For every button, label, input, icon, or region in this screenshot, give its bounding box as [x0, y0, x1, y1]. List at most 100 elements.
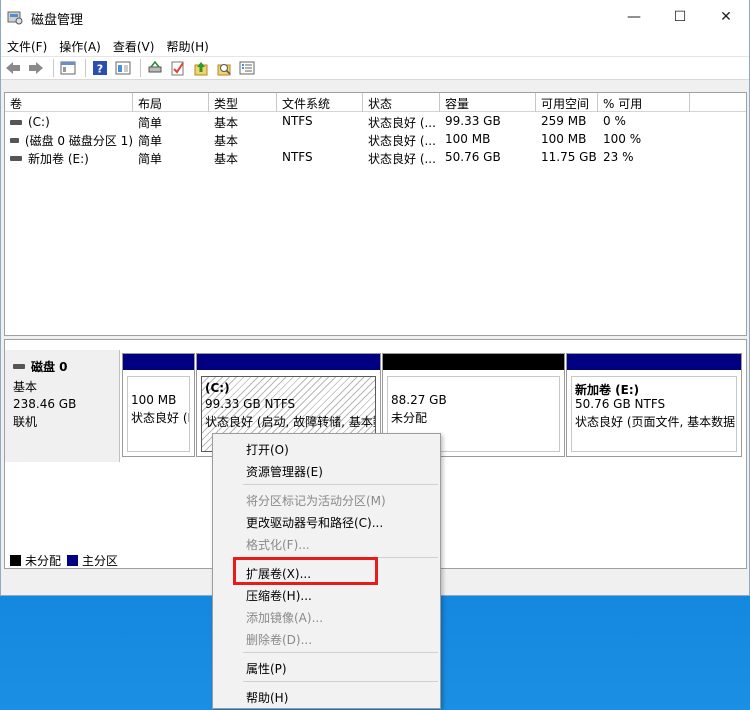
- table-row[interactable]: (C:) 简单 基本 NTFS 状态良好 (... 99.33 GB 259 M…: [5, 112, 746, 130]
- forward-button[interactable]: [26, 58, 46, 78]
- search-button[interactable]: [214, 58, 234, 78]
- menu-item-add-mirror: 添加镜像(A)...: [246, 611, 324, 625]
- close-button[interactable]: ✕: [703, 0, 749, 34]
- partition-size: 88.27 GB: [391, 393, 447, 407]
- table-row[interactable]: (磁盘 0 磁盘分区 1) 简单 基本 状态良好 (... 100 MB 100…: [5, 130, 746, 148]
- menu-separator: [243, 681, 438, 682]
- partition-bar: [197, 354, 380, 370]
- menu-item-delete-volume: 删除卷(D)...: [246, 633, 313, 647]
- extend-volume-highlight: [233, 557, 378, 585]
- menu-item-open[interactable]: 打开(O): [213, 437, 440, 459]
- toolbar-separator: [85, 59, 86, 77]
- column-header-percent-free[interactable]: % 可用: [598, 93, 690, 112]
- maximize-icon: ☐: [673, 9, 687, 25]
- legend-swatch-primary: [67, 555, 79, 566]
- minimize-button[interactable]: —: [611, 0, 657, 34]
- drive-icon: [10, 137, 19, 143]
- table-row[interactable]: 新加卷 (E:) 简单 基本 NTFS 状态良好 (... 50.76 GB 1…: [5, 148, 746, 166]
- volume-layout: 简单: [138, 116, 163, 130]
- volume-type: 基本: [214, 152, 239, 166]
- up-icon: [194, 62, 208, 76]
- column-header-volume[interactable]: 卷: [5, 93, 133, 112]
- properties-button[interactable]: [237, 58, 257, 78]
- menu-separator: [243, 484, 438, 485]
- partition-status: 状态良好 (E: [131, 411, 190, 425]
- legend-label-unallocated: 未分配: [25, 554, 62, 568]
- volume-type: 基本: [214, 116, 239, 130]
- partition-status: 状态良好 (启动, 故障转储, 基本数: [205, 415, 376, 429]
- menu-item-change-drive-letter[interactable]: 更改驱动器号和路径(C)...: [213, 510, 440, 532]
- volume-percent-free: 100 %: [603, 132, 642, 146]
- menu-view[interactable]: 查看(V): [113, 34, 163, 56]
- volume-filesystem: NTFS: [282, 150, 313, 164]
- menu-separator: [243, 652, 438, 653]
- window-title: 磁盘管理: [31, 13, 84, 28]
- maximize-button[interactable]: ☐: [657, 0, 703, 34]
- volume-type: 基本: [214, 134, 239, 148]
- menu-help[interactable]: 帮助(H): [166, 34, 216, 56]
- check-button[interactable]: [168, 58, 188, 78]
- console-icon: [60, 61, 76, 75]
- partition-status: 未分配: [391, 411, 428, 425]
- partition-size: 100 MB: [131, 393, 177, 407]
- volume-name: (C:): [28, 115, 50, 129]
- column-header-capacity[interactable]: 容量: [440, 93, 536, 112]
- svg-text:?: ?: [97, 63, 103, 76]
- volume-capacity: 100 MB: [445, 132, 491, 146]
- connect-icon: [148, 61, 162, 73]
- menu-file[interactable]: 文件(F): [7, 34, 55, 56]
- disk-size: 238.46 GB: [13, 397, 77, 411]
- disk-name: 磁盘 0: [31, 360, 68, 374]
- up-button[interactable]: [191, 58, 211, 78]
- partition-title: (C:): [205, 381, 230, 395]
- menu-item-properties[interactable]: 属性(P): [213, 656, 440, 678]
- menu-item-mark-active: 将分区标记为活动分区(M): [246, 494, 386, 508]
- menu-action[interactable]: 操作(A): [59, 34, 109, 56]
- toolbar-separator: [140, 59, 141, 77]
- volume-layout: 简单: [138, 134, 163, 148]
- partition-status: 状态良好 (页面文件, 基本数据: [575, 415, 736, 429]
- partition-bar: [123, 354, 194, 370]
- menu-item-explorer[interactable]: 资源管理器(E): [213, 459, 440, 481]
- toolbar-separator: [53, 59, 54, 77]
- partition-bar: [383, 354, 564, 370]
- column-header-free-space[interactable]: 可用空间: [536, 93, 598, 112]
- partition-system-reserved[interactable]: 100 MB 状态良好 (E: [122, 353, 195, 457]
- drive-icon: [10, 155, 22, 161]
- help-button[interactable]: ?: [90, 58, 110, 78]
- volume-filesystem: NTFS: [282, 114, 313, 128]
- column-header-status[interactable]: 状态: [363, 93, 440, 112]
- menu-item-help[interactable]: 帮助(H): [213, 685, 440, 707]
- forward-icon: [29, 62, 43, 74]
- close-icon: ✕: [720, 9, 732, 25]
- legend: 未分配 主分区: [10, 552, 118, 569]
- view-button[interactable]: [113, 58, 133, 78]
- column-header-filesystem[interactable]: 文件系统: [277, 93, 363, 112]
- volume-free-space: 11.75 GB: [541, 150, 597, 164]
- back-button[interactable]: [3, 58, 23, 78]
- search-icon: [217, 64, 231, 76]
- disk-management-icon: [7, 11, 23, 25]
- console-tree-button[interactable]: [58, 58, 78, 78]
- volume-percent-free: 23 %: [603, 150, 634, 164]
- volume-free-space: 259 MB: [541, 114, 587, 128]
- partition-title: 新加卷 (E:): [575, 383, 640, 397]
- column-header-layout[interactable]: 布局: [133, 93, 209, 112]
- legend-label-primary: 主分区: [82, 554, 119, 568]
- volume-filesystem: [277, 130, 363, 148]
- drive-icon: [10, 119, 22, 125]
- volume-status: 状态良好 (...: [368, 116, 436, 130]
- toolbar: ?: [1, 56, 749, 80]
- check-icon: [171, 61, 184, 76]
- title-bar: 磁盘管理 — ☐ ✕: [1, 0, 749, 34]
- column-header-type[interactable]: 类型: [209, 93, 277, 112]
- partition-e[interactable]: 新加卷 (E:) 50.76 GB NTFS 状态良好 (页面文件, 基本数据: [566, 353, 742, 457]
- volume-list: 卷 布局 类型 文件系统 状态 容量 可用空间 % 可用 (C:) 简单 基本 …: [4, 92, 747, 336]
- partition-bar: [567, 354, 741, 370]
- menu-item-shrink-volume[interactable]: 压缩卷(H)...: [213, 583, 440, 605]
- menu-item-format: 格式化(F)...: [246, 538, 310, 552]
- view-icon: [115, 61, 131, 75]
- connect-button[interactable]: [145, 58, 165, 78]
- volume-capacity: 50.76 GB: [445, 150, 501, 164]
- disk-0-label[interactable]: 磁盘 0 基本 238.46 GB 联机: [5, 350, 120, 462]
